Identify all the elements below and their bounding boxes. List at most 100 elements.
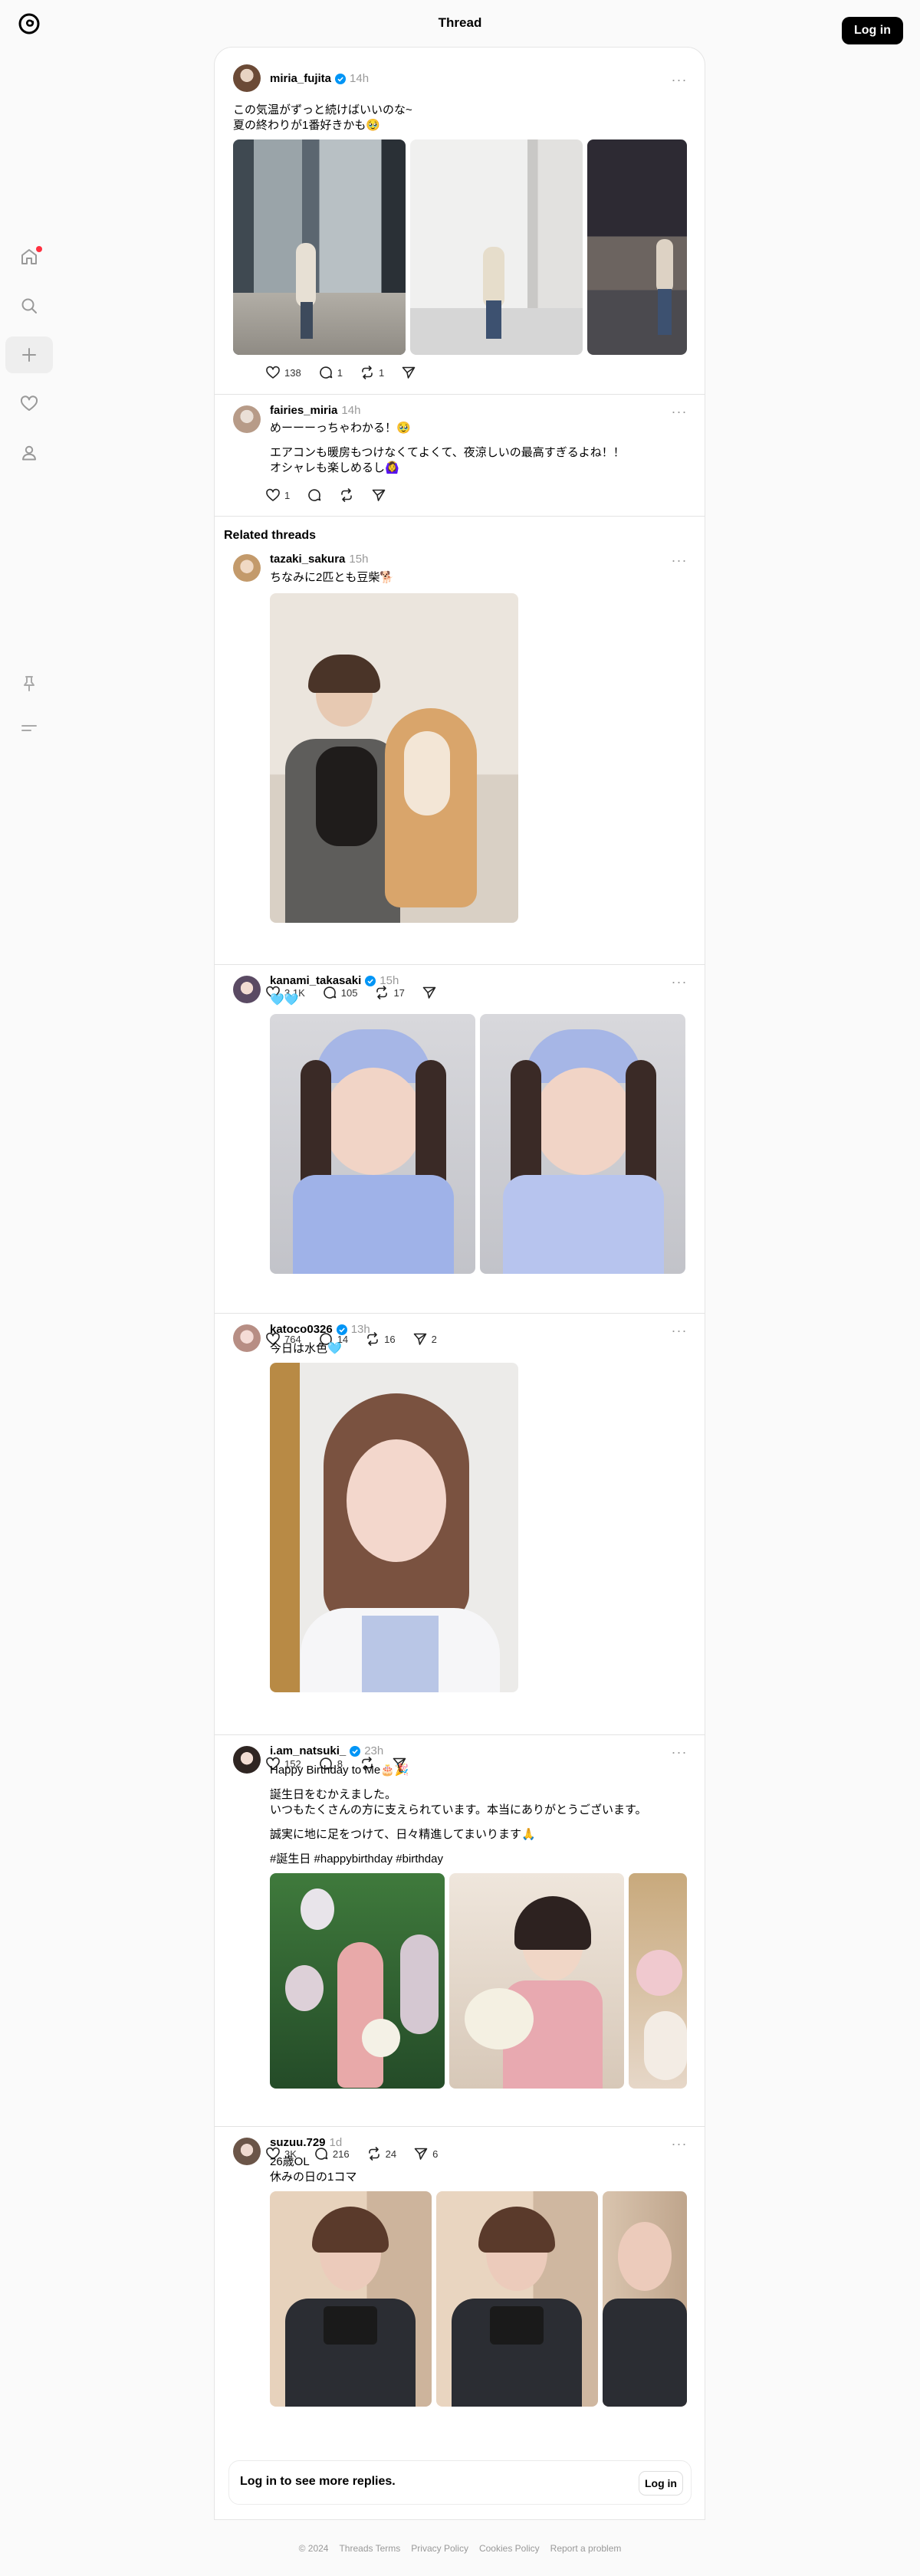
nav-home[interactable]: [5, 238, 53, 275]
post-image[interactable]: [270, 1873, 445, 2089]
post-text: 今日は水色🩵: [270, 1342, 342, 1355]
share-button[interactable]: [422, 983, 437, 1003]
post-image[interactable]: [436, 2191, 598, 2407]
footer-link-cookies[interactable]: Cookies Policy: [479, 2543, 540, 2554]
post-image[interactable]: [587, 139, 687, 355]
share-count: 2: [431, 1333, 437, 1345]
more-options-icon[interactable]: ···: [670, 1744, 688, 1760]
like-button[interactable]: 1: [265, 485, 290, 505]
post-text: この気温がずっと続けばいいのな~ 夏の終わりが1番好きかも🥹: [233, 103, 412, 132]
nav-search[interactable]: [5, 287, 53, 324]
post-image[interactable]: [270, 2191, 432, 2407]
comment-icon: [319, 366, 333, 379]
repost-icon: [341, 488, 353, 502]
username[interactable]: kanami_takasaki: [270, 974, 361, 987]
comment-icon: [308, 489, 321, 501]
login-prompt-card: Log in to see more replies. Log in: [228, 2460, 692, 2505]
post-text: ちなみに2匹とも豆柴🐕: [270, 571, 395, 584]
like-button[interactable]: 138: [265, 363, 301, 382]
reply-text: エアコンも暖房もつけなくてよくて、夜涼しいの最高すぎるよね！！ オシャレも楽しめ…: [270, 446, 625, 474]
post-hashtags: #誕生日 #happybirthday #birthday: [270, 1852, 443, 1866]
nav-menu[interactable]: [5, 710, 53, 747]
nav-pin[interactable]: [5, 665, 53, 702]
post-image[interactable]: [270, 1363, 518, 1692]
verified-badge-icon: [365, 975, 376, 986]
share-icon: [372, 489, 386, 501]
menu-icon: [21, 725, 37, 731]
timestamp: 1d: [329, 2136, 343, 2149]
share-count: 6: [432, 2148, 439, 2160]
repost-button[interactable]: [339, 485, 354, 505]
username[interactable]: miria_fujita: [270, 72, 331, 85]
repost-count: 16: [384, 1333, 396, 1345]
username[interactable]: i.am_natsuki_: [270, 1744, 346, 1757]
divider: [215, 1734, 705, 1735]
divider: [215, 1313, 705, 1314]
post-text-body: 誕生日をむかえました。 いつもたくさんの方に支えられています。本当にありがとうご…: [270, 1788, 647, 1816]
post-image[interactable]: [480, 1014, 685, 1274]
avatar[interactable]: [233, 976, 261, 1003]
reply-button[interactable]: [307, 485, 322, 505]
more-options-icon[interactable]: ···: [670, 404, 688, 419]
post-image[interactable]: [270, 593, 518, 923]
post-image[interactable]: [233, 139, 406, 355]
post-text-closing: 誠実に地に足をつけて、日々精進してまいります🙏: [270, 1828, 536, 1841]
nav-activity[interactable]: [5, 386, 53, 422]
repost-count: 24: [385, 2148, 397, 2160]
footer-link-report[interactable]: Report a problem: [550, 2543, 622, 2554]
more-options-icon[interactable]: ···: [670, 1323, 688, 1338]
more-options-icon[interactable]: ···: [670, 974, 688, 989]
post-text: Happy Birthday to Me🎂🎉: [270, 1764, 409, 1777]
avatar[interactable]: [233, 2138, 261, 2165]
heart-icon: [20, 395, 38, 411]
share-icon: [402, 366, 416, 379]
repost-icon: [368, 2147, 380, 2161]
avatar[interactable]: [233, 64, 261, 92]
footer-link-privacy[interactable]: Privacy Policy: [411, 2543, 468, 2554]
login-prompt-text: Log in to see more replies.: [240, 2475, 396, 2488]
repost-count: 17: [393, 986, 405, 999]
repost-button[interactable]: 24: [366, 2144, 396, 2164]
post-text: 26歳OL 休みの日の1コマ: [270, 2155, 357, 2184]
pin-icon: [24, 676, 34, 691]
nav-create[interactable]: [5, 336, 53, 373]
post-actions: 1: [265, 485, 403, 505]
username[interactable]: tazaki_sakura: [270, 553, 345, 566]
more-options-icon[interactable]: ···: [670, 553, 688, 568]
post-image[interactable]: [629, 1873, 687, 2089]
username[interactable]: suzuu.729: [270, 2136, 326, 2149]
verified-badge-icon: [335, 73, 347, 84]
avatar[interactable]: [233, 1746, 261, 1774]
share-button[interactable]: 2: [412, 1329, 437, 1349]
username[interactable]: fairies_miria: [270, 404, 337, 417]
reply-text-line1: めーーーっちゃわかる！🥹: [270, 422, 411, 435]
more-options-icon[interactable]: ···: [670, 72, 688, 87]
share-button[interactable]: [371, 485, 386, 505]
reply-button[interactable]: 1: [318, 363, 343, 382]
heart-icon: [266, 488, 280, 501]
avatar[interactable]: [233, 554, 261, 582]
post-image[interactable]: [410, 139, 583, 355]
post-image[interactable]: [270, 1014, 475, 1274]
post-text: 🩵🩵: [270, 993, 299, 1006]
login-prompt-button[interactable]: Log in: [639, 2471, 683, 2496]
footer-link-terms[interactable]: Threads Terms: [339, 2543, 400, 2554]
timestamp: 14h: [341, 404, 361, 417]
username[interactable]: katoco0326: [270, 1323, 333, 1336]
divider: [215, 394, 705, 395]
like-count: 1: [284, 489, 291, 501]
avatar[interactable]: [233, 1324, 261, 1352]
repost-button[interactable]: 1: [360, 363, 384, 382]
timestamp: 14h: [350, 72, 370, 85]
share-button[interactable]: [401, 363, 416, 382]
share-icon: [414, 2148, 428, 2160]
share-button[interactable]: 6: [413, 2144, 438, 2164]
nav-profile[interactable]: [5, 435, 53, 471]
login-button[interactable]: Log in: [842, 17, 903, 44]
more-options-icon[interactable]: ···: [670, 2136, 688, 2151]
post-image[interactable]: [603, 2191, 687, 2407]
post-image[interactable]: [449, 1873, 624, 2089]
footer-copyright: © 2024: [298, 2543, 329, 2554]
footer: © 2024 Threads Terms Privacy Policy Cook…: [0, 2543, 920, 2554]
avatar[interactable]: [233, 405, 261, 433]
